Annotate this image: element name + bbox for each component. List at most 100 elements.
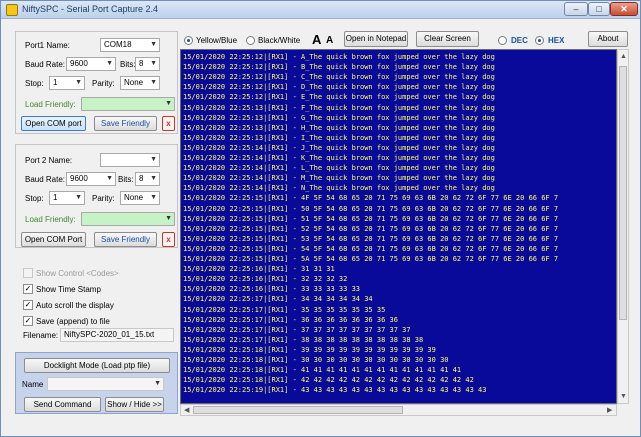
auto-scroll-label: Auto scroll the display [36, 301, 114, 310]
console-line: 15/01/2020 22:25:17|[RX1] - 35 35 35 35 … [183, 305, 386, 314]
console-line: 15/01/2020 22:25:12|[RX1] - B_The quick … [183, 63, 495, 72]
console-vertical-scrollbar[interactable]: ▲ ▼ [617, 49, 629, 404]
console-line: 15/01/2020 22:25:13|[RX1] - F_The quick … [183, 103, 495, 112]
port1-clear-button[interactable]: x [162, 116, 175, 131]
font-increase-button[interactable]: A [312, 32, 321, 47]
console-output[interactable]: 15/01/2020 22:25:12|[RX1] - A_The quick … [180, 49, 617, 404]
port1-baud-select[interactable]: 9600 ▼ [66, 57, 116, 71]
close-button[interactable]: ✕ [610, 2, 638, 16]
dec-label: DEC [511, 36, 528, 45]
port1-name-select[interactable]: COM18 ▼ [100, 38, 160, 52]
port1-parity-label: Parity: [92, 79, 115, 88]
port2-load-friendly-label: Load Friendly: [25, 215, 76, 224]
port2-save-friendly-button[interactable]: Save Friendly [94, 232, 157, 247]
about-button[interactable]: About [588, 31, 628, 47]
filename-field[interactable]: NiftySPC-2020_01_15.txt [60, 328, 174, 342]
save-append-label: Save (append) to file [36, 317, 110, 326]
port1-name-value: COM18 [104, 40, 132, 49]
console-line: 15/01/2020 22:25:14|[RX1] - M_The quick … [183, 174, 495, 183]
docklight-name-select[interactable]: ▼ [47, 377, 164, 391]
port1-bits-label: Bits: [120, 60, 136, 69]
font-decrease-button[interactable]: A [326, 35, 333, 46]
maximize-button[interactable]: □ [588, 2, 610, 16]
chevron-down-icon: ▼ [165, 215, 172, 222]
scroll-right-icon[interactable]: ▶ [607, 406, 612, 414]
console-line: 15/01/2020 22:25:18|[RX1] - 39 39 39 39 … [183, 345, 436, 354]
vertical-scroll-thumb[interactable] [619, 66, 627, 320]
port2-parity-select[interactable]: None ▼ [120, 191, 160, 205]
console-line: 15/01/2020 22:25:16|[RX1] - 33 33 33 33 … [183, 285, 361, 294]
minimize-button[interactable]: – [564, 2, 588, 16]
port1-name-label: Port1 Name: [25, 41, 70, 50]
port1-baud-label: Baud Rate: [25, 60, 66, 69]
console-line: 15/01/2020 22:25:18|[RX1] - 42 42 42 42 … [183, 376, 474, 385]
filename-label: Filename: [23, 331, 59, 340]
show-hide-button[interactable]: Show / Hide >> [105, 397, 164, 412]
console-line: 15/01/2020 22:25:15|[RX1] - 51 5F 54 68 … [183, 214, 559, 223]
port1-stop-label: Stop: [25, 79, 44, 88]
port2-stop-select[interactable]: 1 ▼ [49, 191, 85, 205]
auto-scroll-checkbox[interactable]: ✓ [23, 300, 33, 310]
console-line: 15/01/2020 22:25:15|[RX1] - 50 5F 54 68 … [183, 204, 559, 213]
port2-load-friendly-select[interactable]: ▼ [81, 212, 175, 226]
port1-save-friendly-button[interactable]: Save Friendly [94, 116, 157, 131]
console-line: 15/01/2020 22:25:17|[RX1] - 34 34 34 34 … [183, 295, 373, 304]
console-line: 15/01/2020 22:25:15|[RX1] - 5A 5F 54 68 … [183, 255, 559, 263]
horizontal-scroll-thumb[interactable] [193, 406, 403, 414]
docklight-mode-button[interactable]: Docklight Mode (Load ptp file) [24, 358, 170, 373]
scroll-up-icon[interactable]: ▲ [620, 53, 627, 60]
hex-label: HEX [548, 36, 565, 45]
port2-bits-label: Bits: [118, 175, 134, 184]
port1-stop-select[interactable]: 1 ▼ [49, 76, 85, 90]
port1-open-button[interactable]: Open COM port [21, 116, 86, 131]
chevron-down-icon: ▼ [150, 194, 157, 201]
port2-clear-button[interactable]: x [162, 232, 175, 247]
port1-load-friendly-select[interactable]: ▼ [81, 97, 175, 111]
console-line: 15/01/2020 22:25:14|[RX1] - N_The quick … [183, 184, 495, 193]
port2-group: Port 2 Name: ▼ Baud Rate: 9600 ▼ Bits: 8… [15, 144, 178, 248]
yellow-blue-label: Yellow/Blue [196, 36, 238, 45]
console-line: 15/01/2020 22:25:17|[RX1] - 37 37 37 37 … [183, 325, 411, 334]
console-horizontal-scrollbar[interactable]: ◀ ▶ [180, 404, 617, 416]
show-timestamp-label: Show Time Stamp [36, 285, 101, 294]
open-notepad-button[interactable]: Open in Notepad [344, 31, 408, 47]
show-timestamp-checkbox[interactable]: ✓ [23, 284, 33, 294]
scroll-left-icon[interactable]: ◀ [184, 406, 189, 414]
chevron-down-icon: ▼ [106, 175, 113, 182]
console-line: 15/01/2020 22:25:12|[RX1] - E_The quick … [183, 93, 495, 102]
save-append-checkbox[interactable]: ✓ [23, 316, 33, 326]
yellow-blue-radio[interactable] [184, 36, 193, 45]
console-line: 15/01/2020 22:25:16|[RX1] - 32 32 32 32 [183, 275, 348, 284]
console-line: 15/01/2020 22:25:14|[RX1] - J_The quick … [183, 143, 495, 152]
chevron-down-icon: ▼ [150, 60, 157, 67]
send-command-button[interactable]: Send Command [24, 397, 101, 412]
port2-baud-select[interactable]: 9600 ▼ [66, 172, 116, 186]
console-line: 15/01/2020 22:25:16|[RX1] - 31 31 31 [183, 265, 335, 274]
chevron-down-icon: ▼ [150, 41, 157, 48]
port1-bits-select[interactable]: 8 ▼ [135, 57, 160, 71]
port2-baud-label: Baud Rate: [25, 175, 66, 184]
scroll-down-icon[interactable]: ▼ [620, 393, 627, 400]
black-white-radio[interactable] [246, 36, 255, 45]
console-line: 15/01/2020 22:25:12|[RX1] - D_The quick … [183, 83, 495, 92]
dec-radio[interactable] [498, 36, 507, 45]
console-line: 15/01/2020 22:25:13|[RX1] - I_The quick … [183, 133, 495, 142]
port2-bits-value: 8 [139, 174, 144, 183]
show-control-checkbox[interactable] [23, 268, 33, 278]
port1-parity-select[interactable]: None ▼ [120, 76, 160, 90]
port2-name-select[interactable]: ▼ [100, 153, 160, 167]
chevron-down-icon: ▼ [150, 156, 157, 163]
port2-stop-value: 1 [53, 193, 58, 202]
app-logo-icon [6, 4, 18, 16]
docklight-name-label: Name [22, 380, 44, 389]
window-title: NiftySPC - Serial Port Capture 2.4 [22, 4, 159, 14]
console-line: 15/01/2020 22:25:18|[RX1] - 41 41 41 41 … [183, 366, 462, 375]
port1-bits-value: 8 [139, 59, 144, 68]
port2-open-button[interactable]: Open COM Port [21, 232, 86, 247]
console-line: 15/01/2020 22:25:19|[RX1] - 43 43 43 43 … [183, 386, 487, 395]
console-line: 15/01/2020 22:25:13|[RX1] - H_The quick … [183, 123, 495, 132]
hex-radio[interactable] [535, 36, 544, 45]
clear-screen-button[interactable]: Clear Screen [416, 31, 479, 47]
port2-bits-select[interactable]: 8 ▼ [135, 172, 160, 186]
console-line: 15/01/2020 22:25:15|[RX1] - 52 5F 54 68 … [183, 224, 559, 233]
